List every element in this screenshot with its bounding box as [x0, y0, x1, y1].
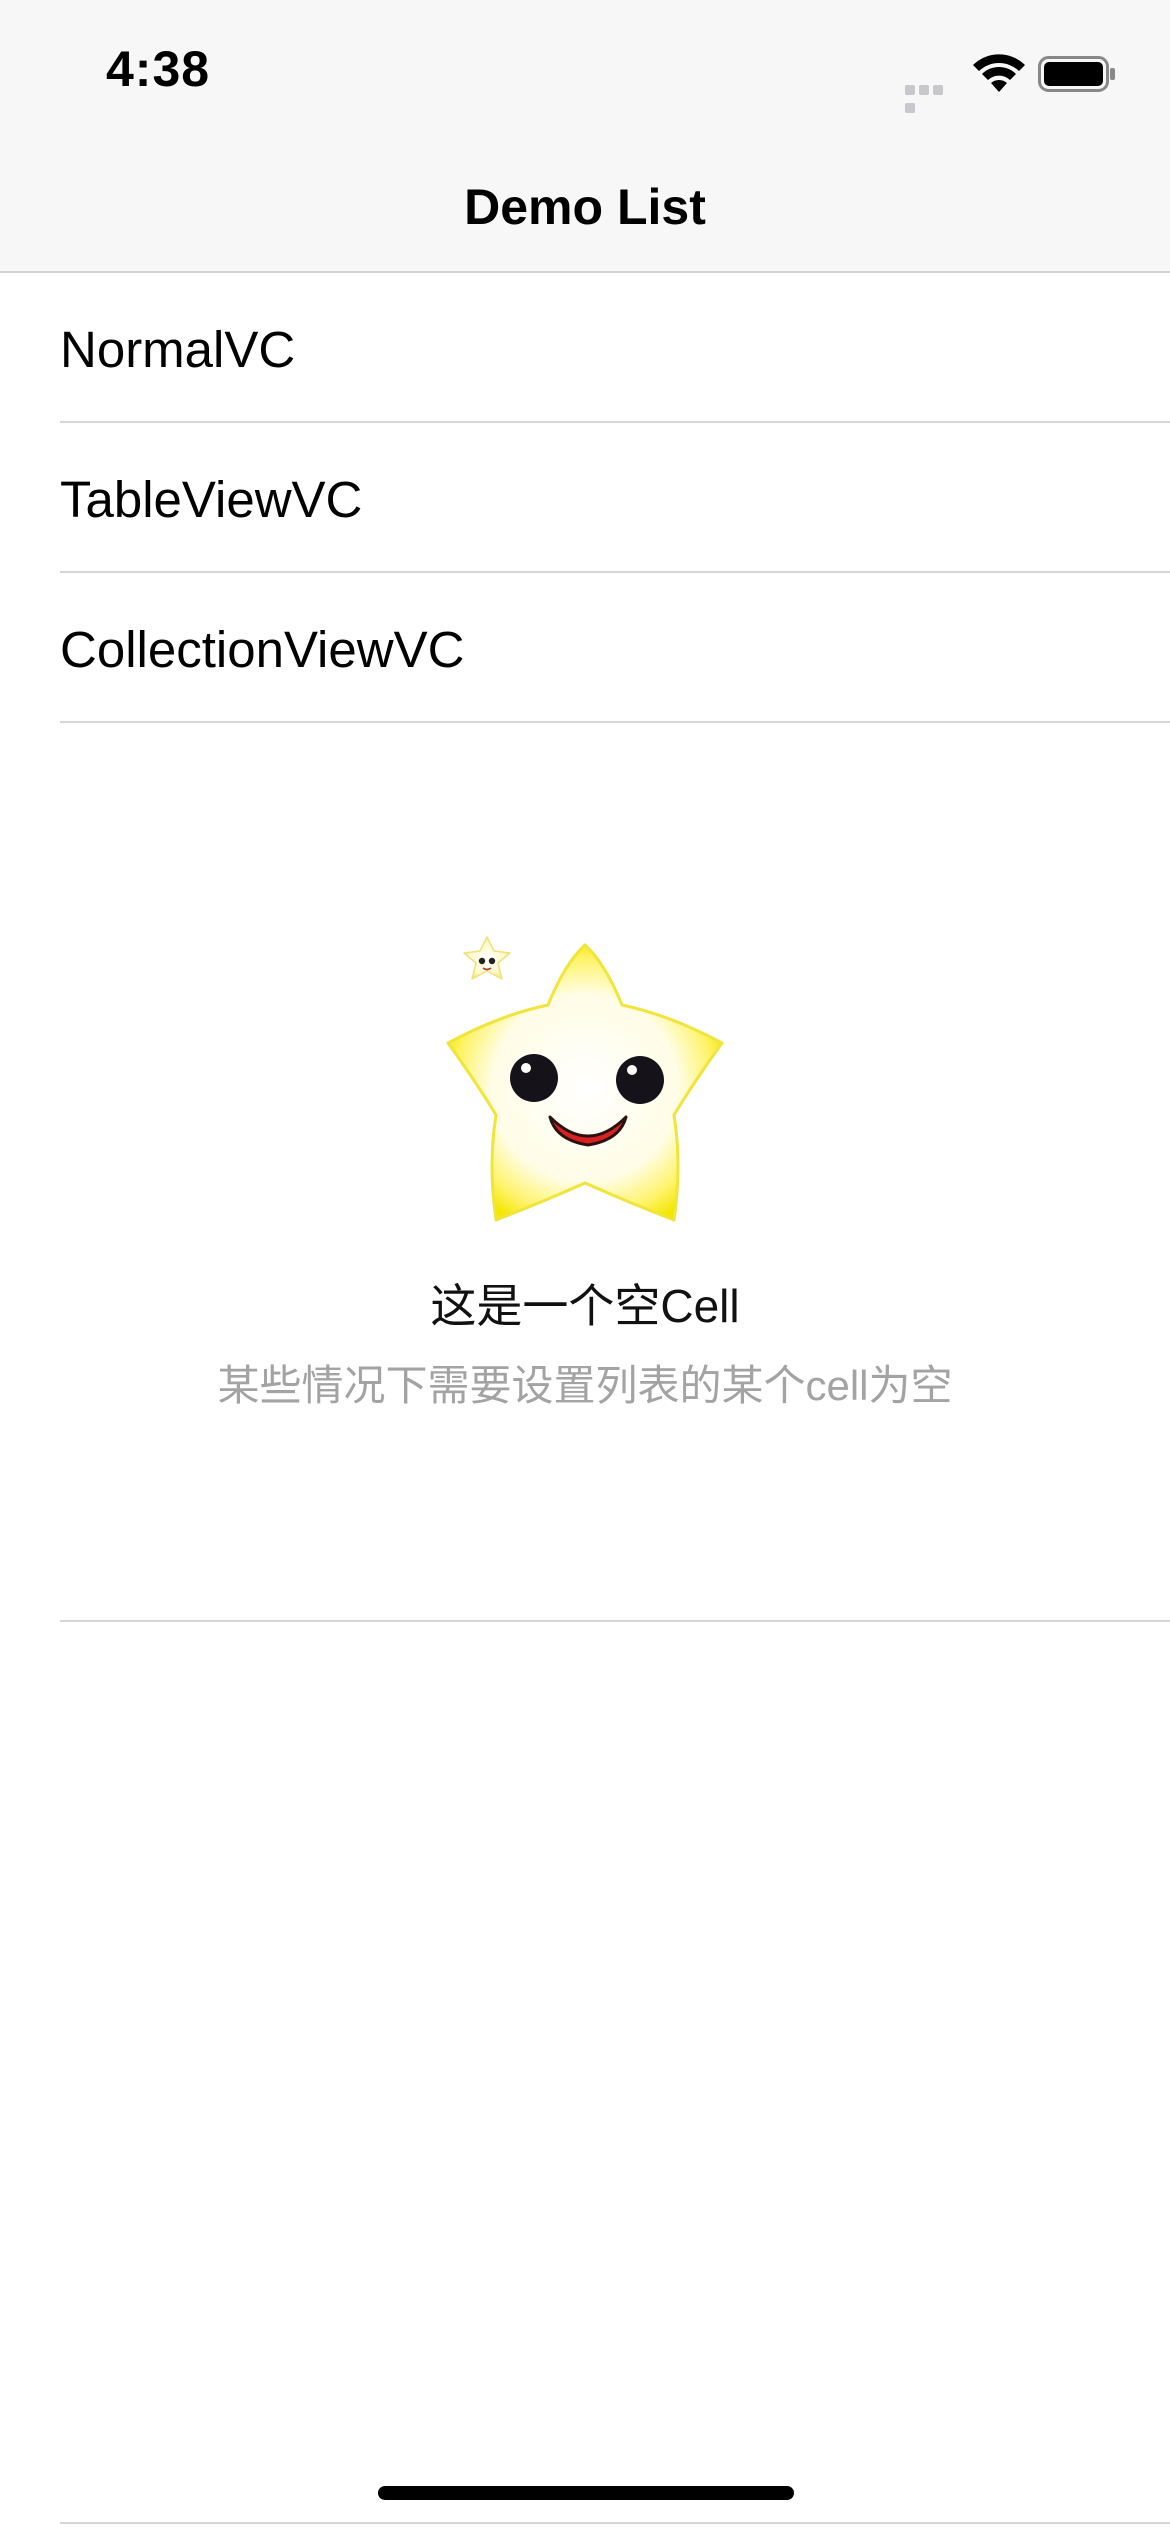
list-item-collectionviewvc[interactable]: CollectionViewVC [0, 573, 1170, 723]
cellular-signal-icon [905, 82, 959, 113]
list-item-label: TableViewVC [60, 471, 363, 528]
list-item-tableviewvc[interactable]: TableViewVC [0, 423, 1170, 573]
page-title: Demo List [464, 179, 706, 235]
wifi-icon [973, 54, 1025, 92]
navigation-bar: 4:38 Demo List [0, 0, 1170, 273]
smiling-star-icon [446, 936, 724, 1222]
list-item-normalvc[interactable]: NormalVC [0, 273, 1170, 423]
app-screen: 4:38 Demo List NormalVC TableViewVC Coll… [0, 0, 1170, 2532]
battery-icon [1038, 56, 1115, 92]
bottom-separator [60, 2522, 1170, 2524]
empty-cell-subtitle: 某些情况下需要设置列表的某个cell为空 [217, 1362, 953, 1409]
list-item-label: NormalVC [60, 321, 296, 378]
status-time: 4:38 [106, 41, 211, 97]
home-indicator[interactable] [378, 2486, 794, 2500]
row-separator [60, 1620, 1170, 1622]
empty-cell: 这是一个空Cell 某些情况下需要设置列表的某个cell为空 [0, 722, 1170, 1620]
empty-cell-title: 这是一个空Cell [430, 1280, 740, 1332]
list-item-label: CollectionViewVC [60, 621, 465, 678]
